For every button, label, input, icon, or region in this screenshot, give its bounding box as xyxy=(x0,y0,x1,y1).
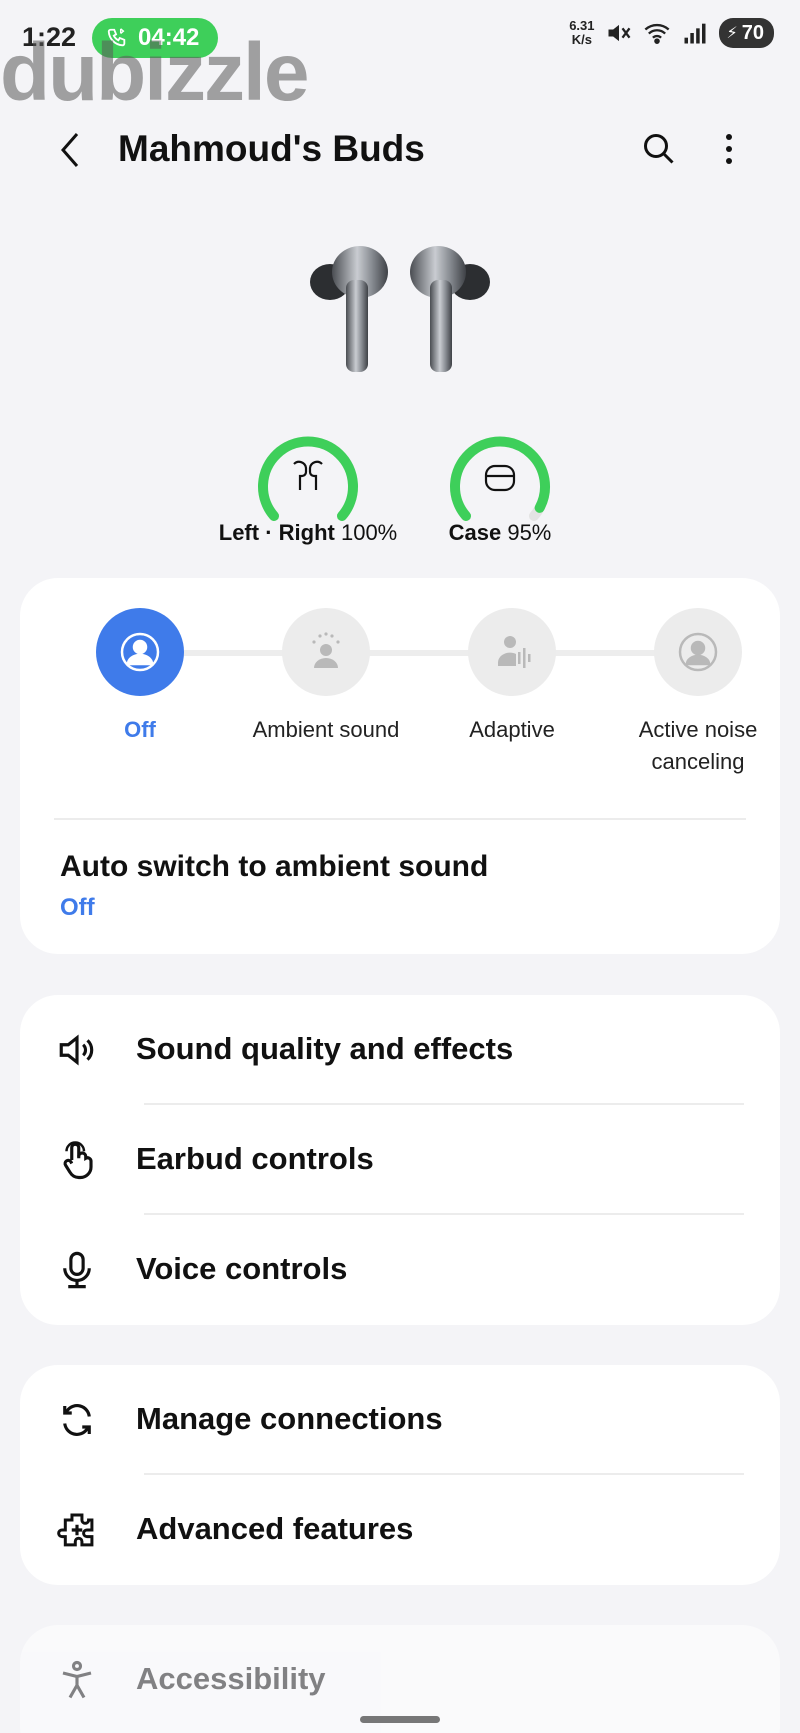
back-arrow-icon xyxy=(61,133,79,167)
menu-item-advanced-features[interactable]: Advanced features xyxy=(20,1475,780,1585)
buds-percent: 100% xyxy=(340,520,398,545)
network-speed-value: 6.31 xyxy=(569,18,595,33)
more-vert-icon xyxy=(726,134,732,164)
battery-level: 70 xyxy=(741,21,764,44)
menu-item-label: Voice controls xyxy=(136,1251,348,1286)
wifi-icon xyxy=(643,19,671,47)
touch-icon xyxy=(63,1141,93,1180)
noise-option-off-label: Off xyxy=(124,717,156,742)
noise-option-adaptive-circle[interactable] xyxy=(468,608,556,696)
menu-item-label: Manage connections xyxy=(136,1401,443,1436)
earbuds-image xyxy=(310,246,490,372)
navigation-handle[interactable] xyxy=(360,1716,440,1723)
menu-item-label: Earbud controls xyxy=(136,1141,374,1176)
connection-settings-card: Manage connections Advanced features xyxy=(20,1365,780,1585)
noise-option-ambient-label: Ambient sound xyxy=(252,717,400,742)
earbuds-icon xyxy=(293,460,323,490)
sync-icon xyxy=(63,1404,91,1436)
watermark: dubizzle xyxy=(0,27,309,118)
noise-option-ambient[interactable]: Ambient sound xyxy=(236,608,416,746)
menu-item-sound-quality[interactable]: Sound quality and effects xyxy=(20,995,780,1105)
noise-canceling-icon xyxy=(678,632,718,672)
adaptive-icon xyxy=(498,636,531,668)
accessibility-icon xyxy=(62,1660,92,1699)
status-icons: 6.31 K/s ⚡ 70 xyxy=(569,18,774,48)
battery-icon: ⚡ 70 xyxy=(718,18,774,48)
battery-status: Left · Right 100% Case 95% xyxy=(0,428,800,548)
case-battery-label: Case 95% xyxy=(390,520,610,546)
signal-icon xyxy=(681,19,709,47)
puzzle-icon xyxy=(57,1513,94,1547)
mute-icon xyxy=(605,19,633,47)
search-button[interactable] xyxy=(636,126,682,172)
page-title: Mahmoud's Buds xyxy=(118,128,425,169)
noise-option-off[interactable]: Off xyxy=(50,608,230,746)
auto-switch-title: Auto switch to ambient sound xyxy=(60,850,489,883)
buds-battery: Left · Right 100% xyxy=(198,428,418,545)
microphone-icon xyxy=(63,1251,91,1289)
divider xyxy=(54,818,746,820)
more-options-button[interactable] xyxy=(706,126,752,172)
case-battery: Case 95% xyxy=(390,428,610,545)
app-header: Mahmoud's Buds xyxy=(0,110,800,190)
sound-settings-card: Sound quality and effects Earbud control… xyxy=(20,995,780,1325)
noise-option-anc[interactable]: Active noise canceling xyxy=(608,608,788,778)
network-speed: 6.31 K/s xyxy=(569,19,594,47)
noise-control-card: Off Ambient sound Adaptive Active noise … xyxy=(20,578,780,954)
speaker-icon xyxy=(59,1034,94,1066)
menu-item-earbud-controls[interactable]: Earbud controls xyxy=(20,1105,780,1215)
person-off-icon xyxy=(120,632,160,672)
noise-option-off-circle[interactable] xyxy=(96,608,184,696)
noise-option-ambient-circle[interactable] xyxy=(282,608,370,696)
network-speed-unit: K/s xyxy=(571,32,592,47)
noise-option-adaptive[interactable]: Adaptive xyxy=(422,608,602,746)
menu-item-label: Sound quality and effects xyxy=(136,1031,514,1066)
back-button[interactable] xyxy=(48,128,92,172)
search-icon xyxy=(644,134,674,164)
noise-option-adaptive-label: Adaptive xyxy=(469,717,555,742)
case-label: Case xyxy=(448,520,502,545)
ambient-sound-icon xyxy=(312,632,340,668)
menu-item-voice-controls[interactable]: Voice controls xyxy=(20,1215,780,1325)
menu-item-manage-connections[interactable]: Manage connections xyxy=(20,1365,780,1475)
buds-battery-label: Left · Right 100% xyxy=(198,520,418,546)
buds-label: Left · Right xyxy=(218,520,335,545)
noise-option-anc-label: Active noise canceling xyxy=(638,717,758,774)
menu-item-label: Advanced features xyxy=(136,1511,414,1546)
case-percent: 95% xyxy=(507,520,552,545)
auto-switch-value: Off xyxy=(60,894,95,921)
menu-item-label: Accessibility xyxy=(136,1661,326,1696)
case-icon xyxy=(484,464,516,492)
noise-option-anc-circle[interactable] xyxy=(654,608,742,696)
